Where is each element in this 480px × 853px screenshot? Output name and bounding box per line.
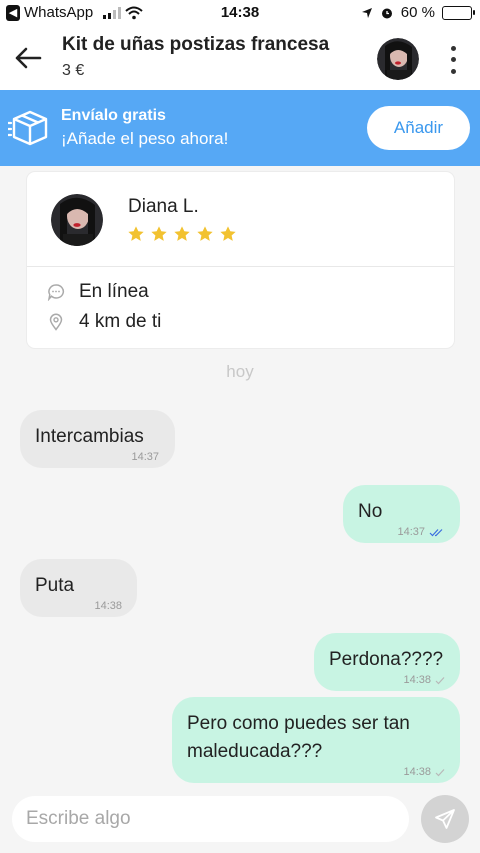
battery-icon <box>442 5 475 20</box>
sent-check-icon <box>435 676 445 684</box>
message-input[interactable] <box>12 796 409 842</box>
package-icon <box>8 110 48 146</box>
message-text: Intercambias <box>35 426 144 447</box>
distance-text: 4 km de ti <box>79 311 162 332</box>
online-status: En línea <box>79 281 149 302</box>
wifi-icon <box>125 6 143 19</box>
message-bubble-outgoing[interactable]: Pero como puedes ser tan maleducada??? 1… <box>172 697 460 783</box>
seller-profile-card[interactable]: Diana L. En línea 4 km de ti <box>27 172 454 348</box>
message-time: 14:38 <box>403 766 445 778</box>
message-text: No <box>358 501 383 522</box>
send-paper-plane-icon <box>435 809 455 829</box>
star-icon <box>220 226 236 241</box>
banner-subtitle: ¡Añade el peso ahora! <box>61 129 229 148</box>
status-left: ◀ WhatsApp <box>6 4 143 21</box>
send-button[interactable] <box>421 795 469 843</box>
status-right: 60 % <box>361 4 475 21</box>
battery-percent: 60 % <box>400 4 435 21</box>
message-time: 14:38 <box>94 600 122 612</box>
profile-avatar <box>51 194 103 246</box>
seller-avatar[interactable] <box>377 38 419 80</box>
message-bubble-outgoing[interactable]: Perdona???? 14:38 <box>314 633 460 691</box>
rating-stars <box>127 225 237 243</box>
message-bubble-incoming[interactable]: Puta 14:38 <box>20 559 137 617</box>
message-text: Perdona???? <box>329 649 444 670</box>
message-text: Puta <box>35 575 75 596</box>
card-divider <box>27 266 454 267</box>
back-to-app-label[interactable]: WhatsApp <box>24 4 93 21</box>
free-shipping-banner: Envíalo gratis ¡Añade el peso ahora! Aña… <box>0 90 480 166</box>
profile-name: Diana L. <box>128 196 199 217</box>
message-text: Pero como puedes ser tan maleducada??? <box>187 713 410 762</box>
read-receipt-double-check-icon <box>429 528 443 536</box>
location-arrow-icon <box>361 7 372 18</box>
chat-bubble-icon <box>47 284 65 301</box>
star-icon <box>174 226 190 241</box>
more-options-icon[interactable] <box>440 40 466 80</box>
banner-title: Envíalo gratis <box>61 107 166 124</box>
back-arrow-icon[interactable] <box>12 42 44 74</box>
distance-row: 4 km de ti <box>47 311 161 333</box>
status-bar: ◀ WhatsApp 14:38 60 % <box>0 0 480 28</box>
cellular-signal-icon <box>103 6 122 19</box>
chat-header: Kit de uñas postizas francesa 3 € <box>0 28 480 90</box>
item-price: 3 € <box>62 62 85 79</box>
online-status-row: En línea <box>47 281 149 303</box>
back-to-app-icon[interactable]: ◀ <box>6 4 20 21</box>
star-icon <box>128 226 144 241</box>
sent-check-icon <box>435 768 445 776</box>
message-bubble-incoming[interactable]: Intercambias 14:37 <box>20 410 175 468</box>
message-time: 14:37 <box>131 451 159 463</box>
item-title[interactable]: Kit de uñas postizas francesa <box>62 34 329 56</box>
star-icon <box>197 226 213 241</box>
day-separator: hoy <box>226 362 254 381</box>
message-bubble-outgoing[interactable]: No 14:37 <box>343 485 460 543</box>
alarm-icon <box>381 8 392 18</box>
star-icon <box>151 226 167 241</box>
message-time: 14:37 <box>397 526 445 538</box>
add-weight-button[interactable]: Añadir <box>367 106 470 150</box>
message-time: 14:38 <box>403 674 445 686</box>
message-composer <box>0 792 480 853</box>
location-pin-icon <box>49 313 63 331</box>
